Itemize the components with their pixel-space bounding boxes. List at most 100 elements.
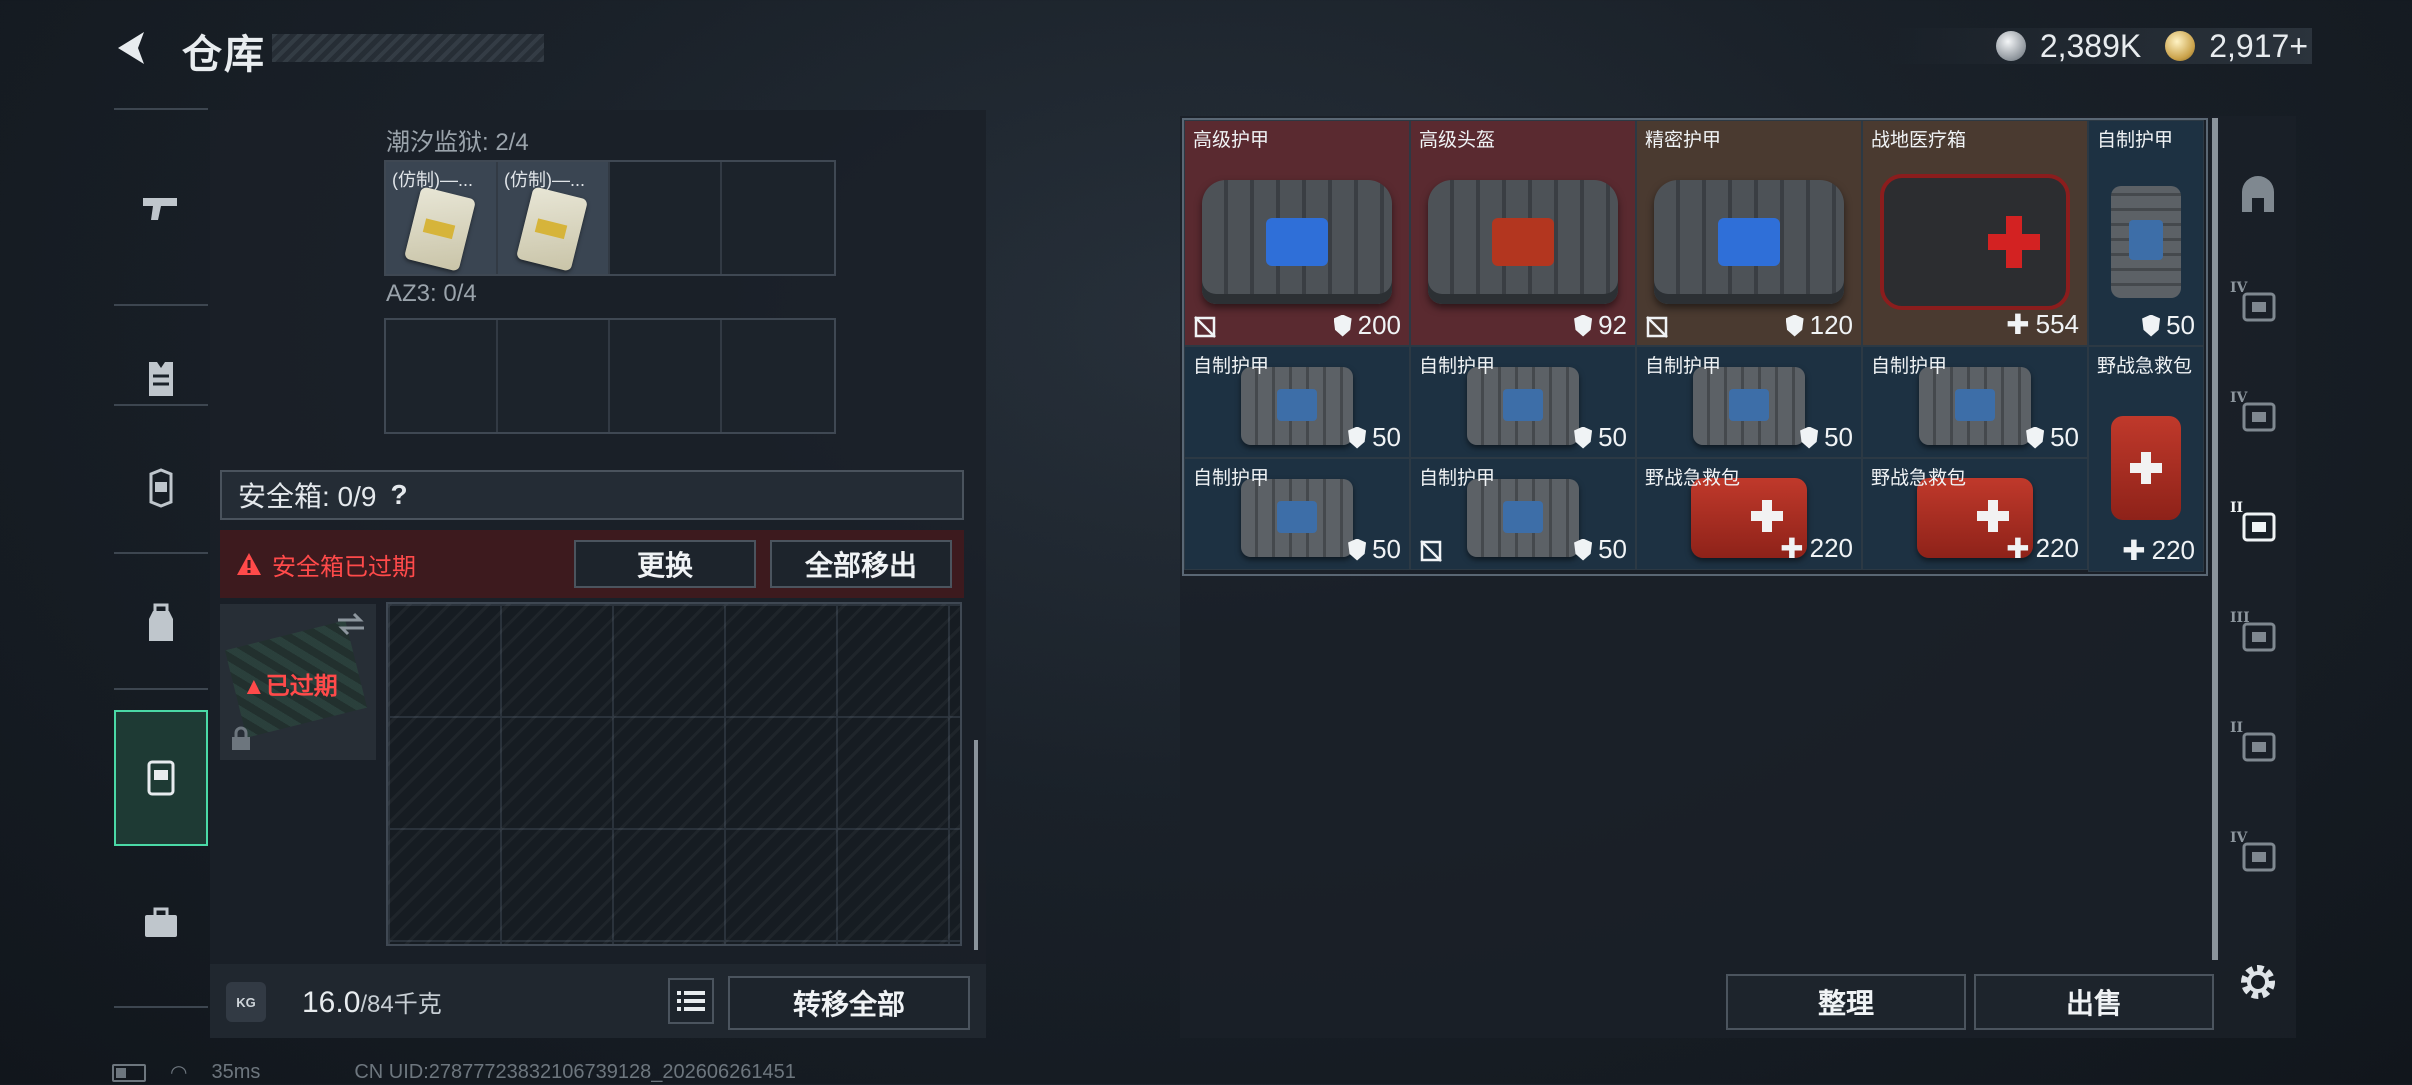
filter-tab[interactable]: IV	[2222, 360, 2294, 472]
item-name: 自制护甲	[2097, 130, 2174, 151]
item-stat: 50	[1348, 534, 1401, 565]
item-stat: 50	[2142, 310, 2195, 341]
left-scrollbar[interactable]	[974, 740, 978, 950]
tier-label: IV	[2230, 830, 2248, 846]
item-stat: ✚ 554	[2006, 308, 2079, 341]
back-button[interactable]	[112, 26, 156, 70]
item-name: 自制护甲	[1193, 468, 1270, 489]
armor-durability-icon	[1333, 314, 1352, 337]
sell-button[interactable]: 出售	[1974, 974, 2214, 1030]
stash-item[interactable]: 高级护甲 200	[1184, 120, 1410, 346]
nav-safe-box[interactable]	[114, 710, 208, 846]
ping-readout: 35ms	[211, 1061, 261, 1083]
nav-weapons[interactable]	[114, 168, 208, 248]
key-card-slot[interactable]: (仿制)—...	[498, 162, 610, 274]
nav-case[interactable]	[114, 868, 208, 978]
filter-tab[interactable]: IV	[2222, 250, 2294, 362]
battery-icon	[112, 1063, 146, 1082]
armor-icon	[1467, 367, 1579, 446]
item-stat: ✚ 220	[1780, 532, 1853, 565]
vest-icon	[149, 362, 173, 396]
empty-slot[interactable]	[498, 320, 610, 432]
transfer-all-button[interactable]: 转移全部	[728, 976, 970, 1030]
item-value: 50	[1372, 422, 1401, 452]
empty-slot[interactable]	[610, 320, 722, 432]
stash-item-grid: 高级护甲 200 高级头盔 92 精密护甲 120 战地医疗箱 ✚ 554 自制护甲 50 自制护甲 5…	[1182, 118, 2208, 576]
item-value: 50	[2050, 422, 2079, 452]
empty-slot[interactable]	[722, 320, 834, 432]
safe-box-grid[interactable]	[386, 602, 962, 946]
page-title: 仓库	[182, 33, 266, 77]
title-decoration	[272, 34, 544, 62]
armor-durability-icon	[2026, 426, 2045, 449]
item-value: 554	[2035, 309, 2079, 339]
armor-icon	[2111, 185, 2181, 298]
stash-item[interactable]: 战地医疗箱 ✚ 554	[1862, 120, 2088, 346]
heal-icon: ✚	[1780, 533, 1804, 564]
swap-icon[interactable]	[336, 612, 366, 636]
tier-label: IV	[2230, 390, 2248, 406]
weight-readout: 16.0/84千克	[302, 984, 442, 1020]
safe-box-expired-text: 已过期	[265, 673, 338, 700]
expired-warning-text: 安全箱已过期	[272, 553, 416, 581]
safe-box-item[interactable]: ▲已过期	[220, 604, 376, 760]
stash-item[interactable]: 精密护甲 120	[1636, 120, 1862, 346]
right-scrollbar[interactable]	[2212, 118, 2218, 960]
az3-grid	[384, 318, 836, 434]
chest-rig-icon	[149, 468, 173, 508]
nav-backpack[interactable]	[114, 578, 208, 668]
remove-all-button[interactable]: 全部移出	[770, 540, 952, 588]
stash-item[interactable]: 自制护甲 50	[1410, 346, 1636, 458]
gold-amount[interactable]: 2,917+	[2209, 28, 2308, 65]
armor-icon	[1919, 367, 2031, 446]
weight-max: /84千克	[360, 991, 442, 1018]
empty-slot[interactable]	[722, 162, 834, 274]
warning-icon	[237, 553, 261, 575]
nav-rig[interactable]	[114, 428, 208, 548]
stash-item[interactable]: 野战急救包 ✚ 220	[1636, 458, 1862, 570]
stash-item[interactable]: 自制护甲 50	[1184, 458, 1410, 570]
stash-item[interactable]: 自制护甲 50	[2088, 120, 2204, 346]
help-button[interactable]: ?	[390, 479, 407, 511]
stash-item[interactable]: 高级头盔 92	[1410, 120, 1636, 346]
item-value: 50	[1598, 422, 1627, 452]
filter-tab[interactable]: II	[2222, 470, 2294, 582]
list-view-button[interactable]	[668, 978, 714, 1024]
silver-amount: 2,389K	[2039, 27, 2142, 64]
filter-tab[interactable]: IV	[2222, 800, 2294, 912]
item-stat: ✚ 220	[2006, 532, 2079, 565]
armor-durability-icon	[1574, 538, 1593, 561]
filter-tab[interactable]: II	[2222, 690, 2294, 802]
armor-icon	[1467, 479, 1579, 558]
empty-slot[interactable]	[386, 320, 498, 432]
item-name: 精密护甲	[1645, 130, 1722, 151]
gear-icon	[2241, 965, 2275, 999]
stash-item[interactable]: 自制护甲 50	[1410, 458, 1636, 570]
lock-icon	[232, 726, 250, 750]
stash-item[interactable]: 自制护甲 50	[1184, 346, 1410, 458]
replace-button[interactable]: 更换	[574, 540, 756, 588]
armor-durability-icon	[1574, 314, 1593, 337]
nav-armor[interactable]	[114, 328, 208, 428]
empty-slot[interactable]	[610, 162, 722, 274]
filter-tab[interactable]: III	[2222, 580, 2294, 692]
stash-item[interactable]: 自制护甲 50	[1862, 346, 2088, 458]
item-value: 120	[1809, 310, 1853, 340]
key-card-icon	[515, 186, 589, 272]
stash-item[interactable]: 野战急救包 ✚ 220	[1862, 458, 2088, 570]
stash-item[interactable]: 野战急救包 ✚ 220	[2088, 346, 2204, 572]
no-trade-icon	[1420, 540, 1442, 562]
sort-button[interactable]: 整理	[1726, 974, 1966, 1030]
safe-box-header: 安全箱: 0/9 ?	[220, 470, 964, 520]
uid-readout: CN UID:2787772383210673912­8_20260626145…	[354, 1061, 796, 1083]
medkit-icon	[1880, 173, 2070, 310]
item-name: 野战急救包	[2097, 356, 2193, 377]
tier-label: II	[2230, 500, 2244, 516]
key-card-slot[interactable]: (仿制)—...	[386, 162, 498, 274]
filter-tab[interactable]	[2222, 140, 2294, 252]
item-name: 高级护甲	[1193, 130, 1270, 151]
silver-coin-icon	[1995, 31, 2026, 61]
item-stat: ✚ 220	[2122, 534, 2195, 567]
stash-item[interactable]: 自制护甲 50	[1636, 346, 1862, 458]
settings-button[interactable]	[2232, 956, 2284, 1008]
